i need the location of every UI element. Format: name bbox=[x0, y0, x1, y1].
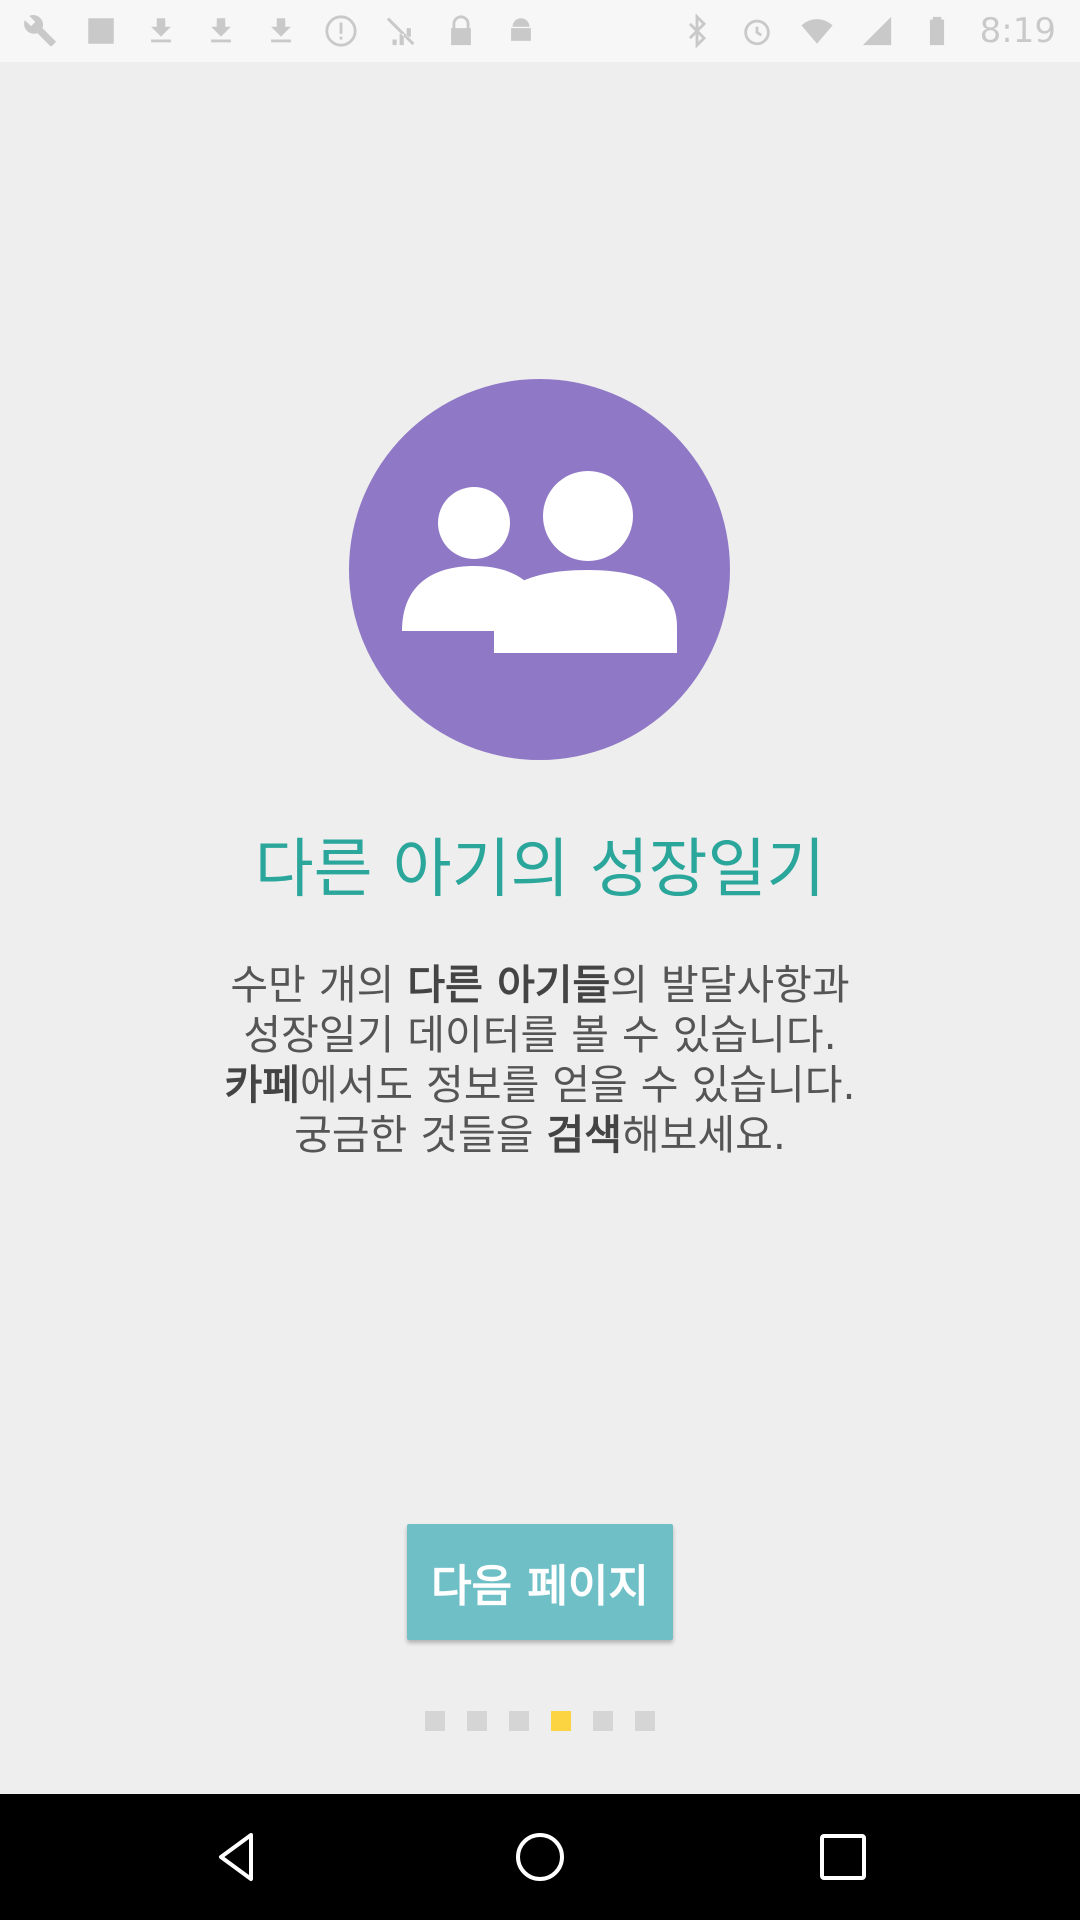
group-icon bbox=[402, 471, 677, 653]
description-line-1: 수만 개의 다른 아기들의 발달사항과 bbox=[230, 961, 850, 1009]
download-icon bbox=[144, 14, 178, 48]
back-button[interactable] bbox=[157, 1794, 317, 1920]
page-dot bbox=[635, 1711, 655, 1731]
android-icon bbox=[504, 14, 538, 48]
navigation-bar bbox=[0, 1794, 1080, 1920]
status-bar-notifications bbox=[24, 14, 538, 48]
wrench-icon bbox=[24, 14, 58, 48]
page-indicator bbox=[0, 1711, 1080, 1731]
image-icon bbox=[84, 14, 118, 48]
status-bar: 8:19 bbox=[0, 0, 1080, 62]
description-line-2: 성장일기 데이터를 볼 수 있습니다. bbox=[243, 1011, 837, 1059]
lock-icon bbox=[444, 14, 478, 48]
page-dot bbox=[509, 1711, 529, 1731]
recents-button[interactable] bbox=[763, 1794, 923, 1920]
page-title: 다른 아기의 성장일기 bbox=[254, 833, 826, 907]
signal-off-icon bbox=[384, 14, 418, 48]
battery-icon bbox=[920, 14, 954, 48]
recents-icon bbox=[820, 1834, 866, 1880]
download-icon bbox=[204, 14, 238, 48]
page-dot bbox=[467, 1711, 487, 1731]
description-line-3: 카페에서도 정보를 얻을 수 있습니다. bbox=[224, 1061, 856, 1109]
page-dot-active bbox=[551, 1711, 571, 1731]
next-page-button[interactable]: 다음 페이지 bbox=[407, 1524, 673, 1640]
alarm-icon bbox=[740, 14, 774, 48]
page-dot bbox=[425, 1711, 445, 1731]
group-icon-circle bbox=[349, 379, 730, 760]
page-dot bbox=[593, 1711, 613, 1731]
cell-signal-icon bbox=[860, 14, 894, 48]
home-button[interactable] bbox=[460, 1794, 620, 1920]
back-icon bbox=[219, 1833, 253, 1881]
home-icon bbox=[516, 1833, 564, 1881]
status-bar-system: 8:19 bbox=[680, 11, 1056, 51]
description-line-4: 궁금한 것들을 검색해보세요. bbox=[294, 1111, 786, 1159]
status-time: 8:19 bbox=[979, 11, 1056, 51]
bluetooth-icon bbox=[680, 14, 714, 48]
description: 수만 개의 다른 아기들의 발달사항과 성장일기 데이터를 볼 수 있습니다. … bbox=[140, 960, 940, 1160]
wifi-icon bbox=[800, 14, 834, 48]
alert-icon bbox=[324, 14, 358, 48]
download-icon bbox=[264, 14, 298, 48]
